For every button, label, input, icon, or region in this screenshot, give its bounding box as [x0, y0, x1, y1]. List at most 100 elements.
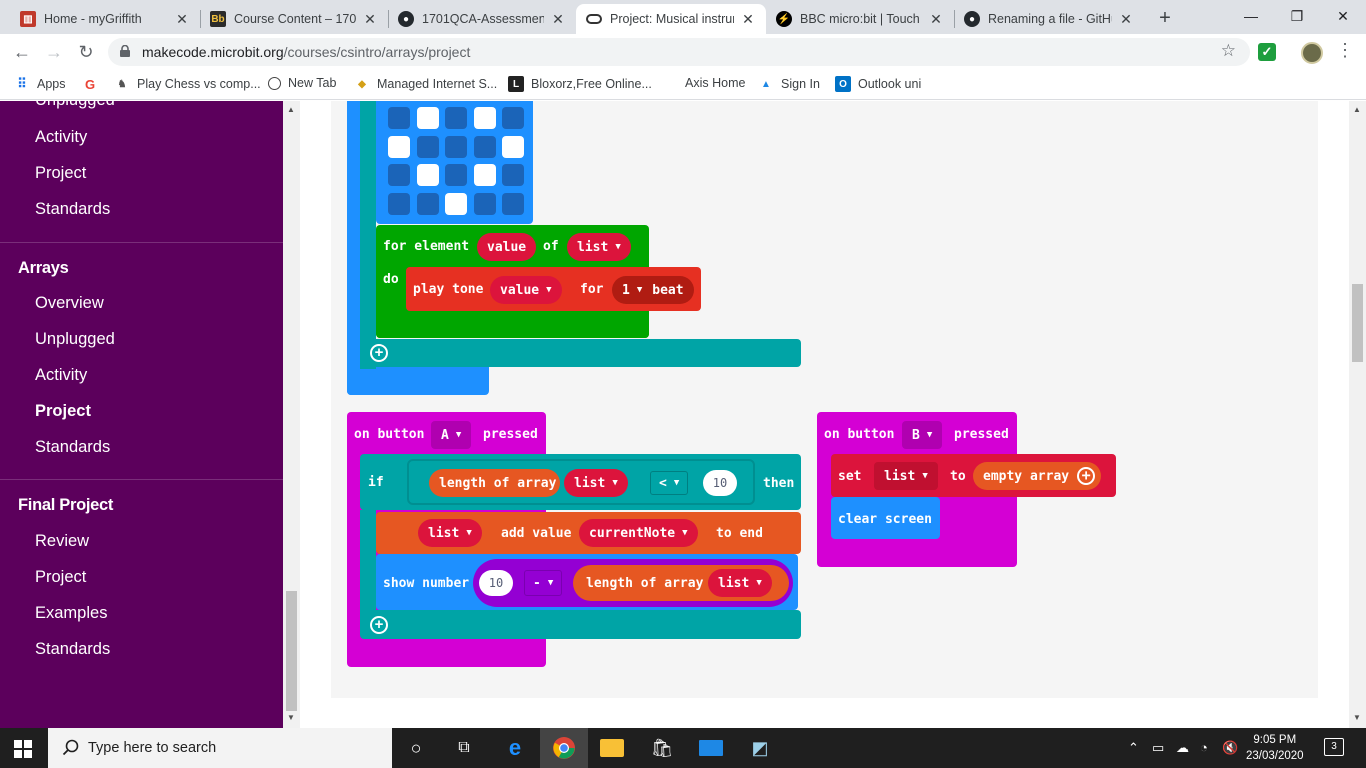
minimize-button[interactable]: —	[1228, 0, 1274, 32]
sidebar-item-unplugged-partial[interactable]: Unplugged	[35, 101, 115, 110]
list-variable-dropdown[interactable]: list ▼	[564, 469, 628, 497]
taskbar-search-box[interactable]: Type here to search	[48, 728, 392, 768]
led-cell[interactable]	[473, 107, 496, 129]
scroll-down-arrow-icon[interactable]: ▼	[287, 713, 295, 722]
list-variable-dropdown[interactable]: list ▼	[708, 569, 772, 597]
sidebar-item-final-standards[interactable]: Standards	[35, 640, 110, 659]
tab-close-icon[interactable]: ✕	[928, 11, 944, 28]
page-scroll-thumb[interactable]	[1352, 284, 1363, 362]
bookmark-sign-in[interactable]: ▲ Sign In	[758, 76, 820, 92]
bookmark-play-chess[interactable]: ♞ Play Chess vs comp...	[114, 76, 261, 92]
led-cell[interactable]	[445, 164, 467, 186]
sidebar-item-final-project[interactable]: Project	[35, 568, 86, 587]
system-clock[interactable]: 9:05 PM 23/03/2020	[1246, 732, 1304, 764]
current-note-dropdown[interactable]: currentNote ▼	[579, 519, 698, 547]
tab-close-icon[interactable]: ✕	[1118, 11, 1134, 28]
led-cell[interactable]	[473, 164, 496, 186]
empty-array-block[interactable]: empty array +	[973, 462, 1102, 490]
led-cell[interactable]	[445, 107, 467, 129]
wifi-icon[interactable]: ◔	[1200, 740, 1208, 755]
profile-avatar[interactable]	[1301, 42, 1323, 64]
sidebar-item-project[interactable]: Project	[35, 164, 86, 183]
led-cell[interactable]	[388, 107, 410, 129]
volume-muted-icon[interactable]: 🔇	[1222, 740, 1238, 756]
sidebar-heading-arrays[interactable]: Arrays	[18, 259, 69, 278]
sidebar-item-final-review[interactable]: Review	[35, 532, 89, 551]
bookmark-star-icon[interactable]: ☆	[1221, 41, 1236, 61]
task-view-icon[interactable]: ⧉	[452, 736, 476, 760]
scroll-up-arrow-icon[interactable]: ▲	[1353, 105, 1361, 114]
number-input[interactable]: 10	[479, 570, 513, 596]
led-cell[interactable]	[416, 107, 439, 129]
sidebar-item-arrays-activity[interactable]: Activity	[35, 366, 87, 385]
page-scrollbar[interactable]: ▲ ▼	[1349, 101, 1366, 728]
onedrive-icon[interactable]: ☁	[1176, 740, 1189, 756]
bookmark-bloxorz[interactable]: L Bloxorz,Free Online...	[508, 76, 652, 92]
led-cell[interactable]	[473, 192, 496, 215]
file-explorer-icon[interactable]	[600, 739, 624, 757]
sidebar-item-activity[interactable]: Activity	[35, 128, 87, 147]
button-b-dropdown[interactable]: B ▼	[902, 421, 943, 449]
led-cell[interactable]	[416, 164, 439, 186]
sidebar-item-arrays-unplugged[interactable]: Unplugged	[35, 330, 115, 349]
new-tab-button[interactable]: +	[1152, 6, 1178, 32]
bookmark-managed-internet[interactable]: ◆ Managed Internet S...	[354, 76, 497, 92]
led-cell[interactable]	[445, 192, 467, 215]
tab-github-assessment[interactable]: ● 1701QCA-Assessment/ ✕	[388, 4, 576, 34]
led-cell[interactable]	[502, 192, 524, 215]
led-cell[interactable]	[416, 192, 439, 215]
edge-browser-icon[interactable]: e	[503, 736, 527, 760]
mail-icon[interactable]	[699, 740, 723, 756]
tab-close-icon[interactable]: ✕	[550, 11, 566, 28]
number-input[interactable]: 10	[703, 470, 737, 496]
led-cell[interactable]	[502, 107, 524, 129]
tab-close-icon[interactable]: ✕	[174, 11, 190, 28]
scroll-down-arrow-icon[interactable]: ▼	[1353, 713, 1361, 722]
add-else-plus-icon[interactable]: +	[370, 616, 388, 634]
led-cell[interactable]	[445, 135, 467, 158]
bookmark-outlook-uni[interactable]: O Outlook uni	[835, 76, 921, 92]
battery-icon[interactable]: ▭	[1152, 740, 1164, 756]
list-variable-dropdown[interactable]: list ▼	[874, 462, 938, 490]
add-branch-plus-icon[interactable]: +	[370, 344, 388, 362]
bookmark-axis-home[interactable]: Axis Home	[685, 76, 745, 90]
app-icon[interactable]: ◩	[748, 736, 772, 760]
menu-kebab-icon[interactable]: ⋮	[1336, 40, 1354, 61]
tab-home-mygriffith[interactable]: ▥ Home - myGriffith ✕	[10, 4, 200, 34]
add-item-plus-icon[interactable]: +	[1077, 467, 1096, 485]
led-cell[interactable]	[473, 135, 496, 158]
restore-button[interactable]: ❐	[1274, 0, 1320, 32]
sidebar-item-standards[interactable]: Standards	[35, 200, 110, 219]
bookmark-apps[interactable]: ⠿ Apps	[14, 76, 65, 92]
button-a-dropdown[interactable]: A ▼	[431, 421, 472, 449]
back-arrow-icon[interactable]: ←	[8, 38, 36, 66]
led-cell[interactable]	[502, 135, 524, 158]
math-operator-dropdown[interactable]: - ▼	[524, 570, 563, 596]
sidebar-item-arrays-project[interactable]: Project	[35, 402, 91, 421]
compare-operator-dropdown[interactable]: < ▼	[650, 471, 689, 495]
sidebar-item-arrays-standards[interactable]: Standards	[35, 438, 110, 457]
store-icon[interactable]: 🛍	[650, 736, 674, 760]
forward-arrow-icon[interactable]: →	[40, 38, 68, 66]
sidebar-item-arrays-overview[interactable]: Overview	[35, 294, 104, 313]
led-cell[interactable]	[388, 135, 410, 158]
sidebar-scroll-thumb[interactable]	[286, 591, 297, 711]
sidebar-heading-final-project[interactable]: Final Project	[18, 496, 113, 515]
loop-var-value-pill[interactable]: value	[477, 233, 537, 261]
tab-microbit-touch[interactable]: ⚡ BBC micro:bit | Touch A ✕	[766, 4, 954, 34]
led-cell[interactable]	[416, 135, 439, 158]
list-variable-dropdown[interactable]: list ▼	[418, 519, 482, 547]
list-variable-dropdown[interactable]: list ▼	[567, 233, 631, 261]
cortana-icon[interactable]: ○	[404, 736, 428, 760]
scroll-up-arrow-icon[interactable]: ▲	[287, 105, 295, 114]
close-window-button[interactable]: ✕	[1320, 0, 1366, 32]
beat-fraction-dropdown[interactable]: 1 ▼ beat	[612, 276, 694, 304]
windows-start-icon[interactable]	[14, 740, 32, 758]
bookmark-google[interactable]: G	[82, 76, 105, 92]
bookmark-new-tab[interactable]: New Tab	[268, 76, 336, 90]
tab-course-content[interactable]: Bb Course Content – 1701C ✕	[200, 4, 388, 34]
notifications-icon[interactable]: 3	[1324, 738, 1344, 756]
tray-chevron-up-icon[interactable]: ⌃	[1128, 740, 1139, 756]
tab-project-musical-instrument[interactable]: Project: Musical instrum ✕	[576, 4, 766, 34]
sidebar-item-final-examples[interactable]: Examples	[35, 604, 107, 623]
